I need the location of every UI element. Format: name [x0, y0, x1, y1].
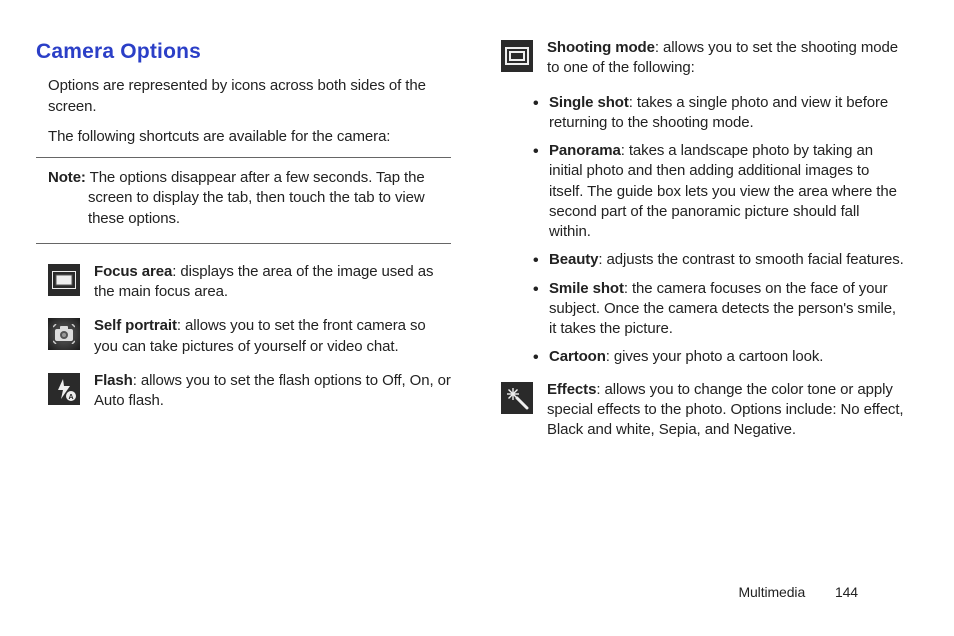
shooting-mode-list: Single shot: takes a single photo and vi…: [489, 93, 904, 368]
footer-page-number: 144: [835, 583, 858, 602]
effects-row: Effects: allows you to change the color …: [501, 380, 904, 441]
flash-row: A Flash: allows you to set the flash opt…: [48, 371, 451, 412]
shooting-mode-label: Shooting mode: [547, 39, 655, 56]
effects-label: Effects: [547, 381, 596, 398]
self-portrait-row: Self portrait: allows you to set the fro…: [48, 316, 451, 357]
focus-area-desc: Focus area: displays the area of the ima…: [94, 262, 451, 303]
shooting-mode-desc: Shooting mode: allows you to set the sho…: [547, 38, 904, 79]
footer-section: Multimedia: [738, 584, 805, 600]
mode-beauty-label: Beauty: [549, 251, 598, 268]
mode-single-shot: Single shot: takes a single photo and vi…: [535, 93, 904, 134]
focus-area-label: Focus area: [94, 263, 172, 280]
intro-block: Options are represented by icons across …: [36, 76, 451, 147]
page-footer: Multimedia 144: [738, 583, 858, 602]
mode-smile-shot: Smile shot: the camera focuses on the fa…: [535, 279, 904, 340]
note-body: The options disappear after a few second…: [88, 169, 425, 227]
effects-desc: Effects: allows you to change the color …: [547, 380, 904, 441]
self-portrait-desc: Self portrait: allows you to set the fro…: [94, 316, 451, 357]
note-label: Note:: [48, 169, 86, 186]
note-block: Note: The options disappear after a few …: [36, 157, 451, 244]
mode-cartoon-text: : gives your photo a cartoon look.: [606, 348, 824, 365]
mode-smile-shot-label: Smile shot: [549, 280, 624, 297]
page-columns: Camera Options Options are represented b…: [36, 38, 904, 578]
flash-desc: Flash: allows you to set the flash optio…: [94, 371, 451, 412]
mode-panorama: Panorama: takes a landscape photo by tak…: [535, 141, 904, 242]
effects-text: : allows you to change the color tone or…: [547, 381, 903, 439]
left-column: Camera Options Options are represented b…: [36, 38, 451, 578]
flash-icon: A: [48, 373, 80, 405]
intro-line-1: Options are represented by icons across …: [48, 76, 439, 117]
mode-single-shot-label: Single shot: [549, 94, 629, 111]
mode-cartoon: Cartoon: gives your photo a cartoon look…: [535, 347, 904, 367]
right-column: Shooting mode: allows you to set the sho…: [489, 38, 904, 578]
self-portrait-label: Self portrait: [94, 317, 177, 334]
mode-cartoon-label: Cartoon: [549, 348, 606, 365]
intro-line-2: The following shortcuts are available fo…: [48, 127, 439, 147]
svg-text:A: A: [69, 394, 74, 401]
shooting-mode-icon: [501, 40, 533, 72]
focus-area-row: Focus area: displays the area of the ima…: [48, 262, 451, 303]
focus-area-icon: [48, 264, 80, 296]
mode-beauty-text: : adjusts the contrast to smooth facial …: [598, 251, 903, 268]
self-portrait-icon: [48, 318, 80, 350]
mode-panorama-label: Panorama: [549, 142, 621, 159]
shooting-mode-row: Shooting mode: allows you to set the sho…: [501, 38, 904, 79]
effects-icon: [501, 382, 533, 414]
flash-text: : allows you to set the flash options to…: [94, 372, 451, 409]
note-text: Note: The options disappear after a few …: [36, 168, 451, 229]
section-title: Camera Options: [36, 38, 451, 66]
mode-beauty: Beauty: adjusts the contrast to smooth f…: [535, 250, 904, 270]
flash-label: Flash: [94, 372, 133, 389]
